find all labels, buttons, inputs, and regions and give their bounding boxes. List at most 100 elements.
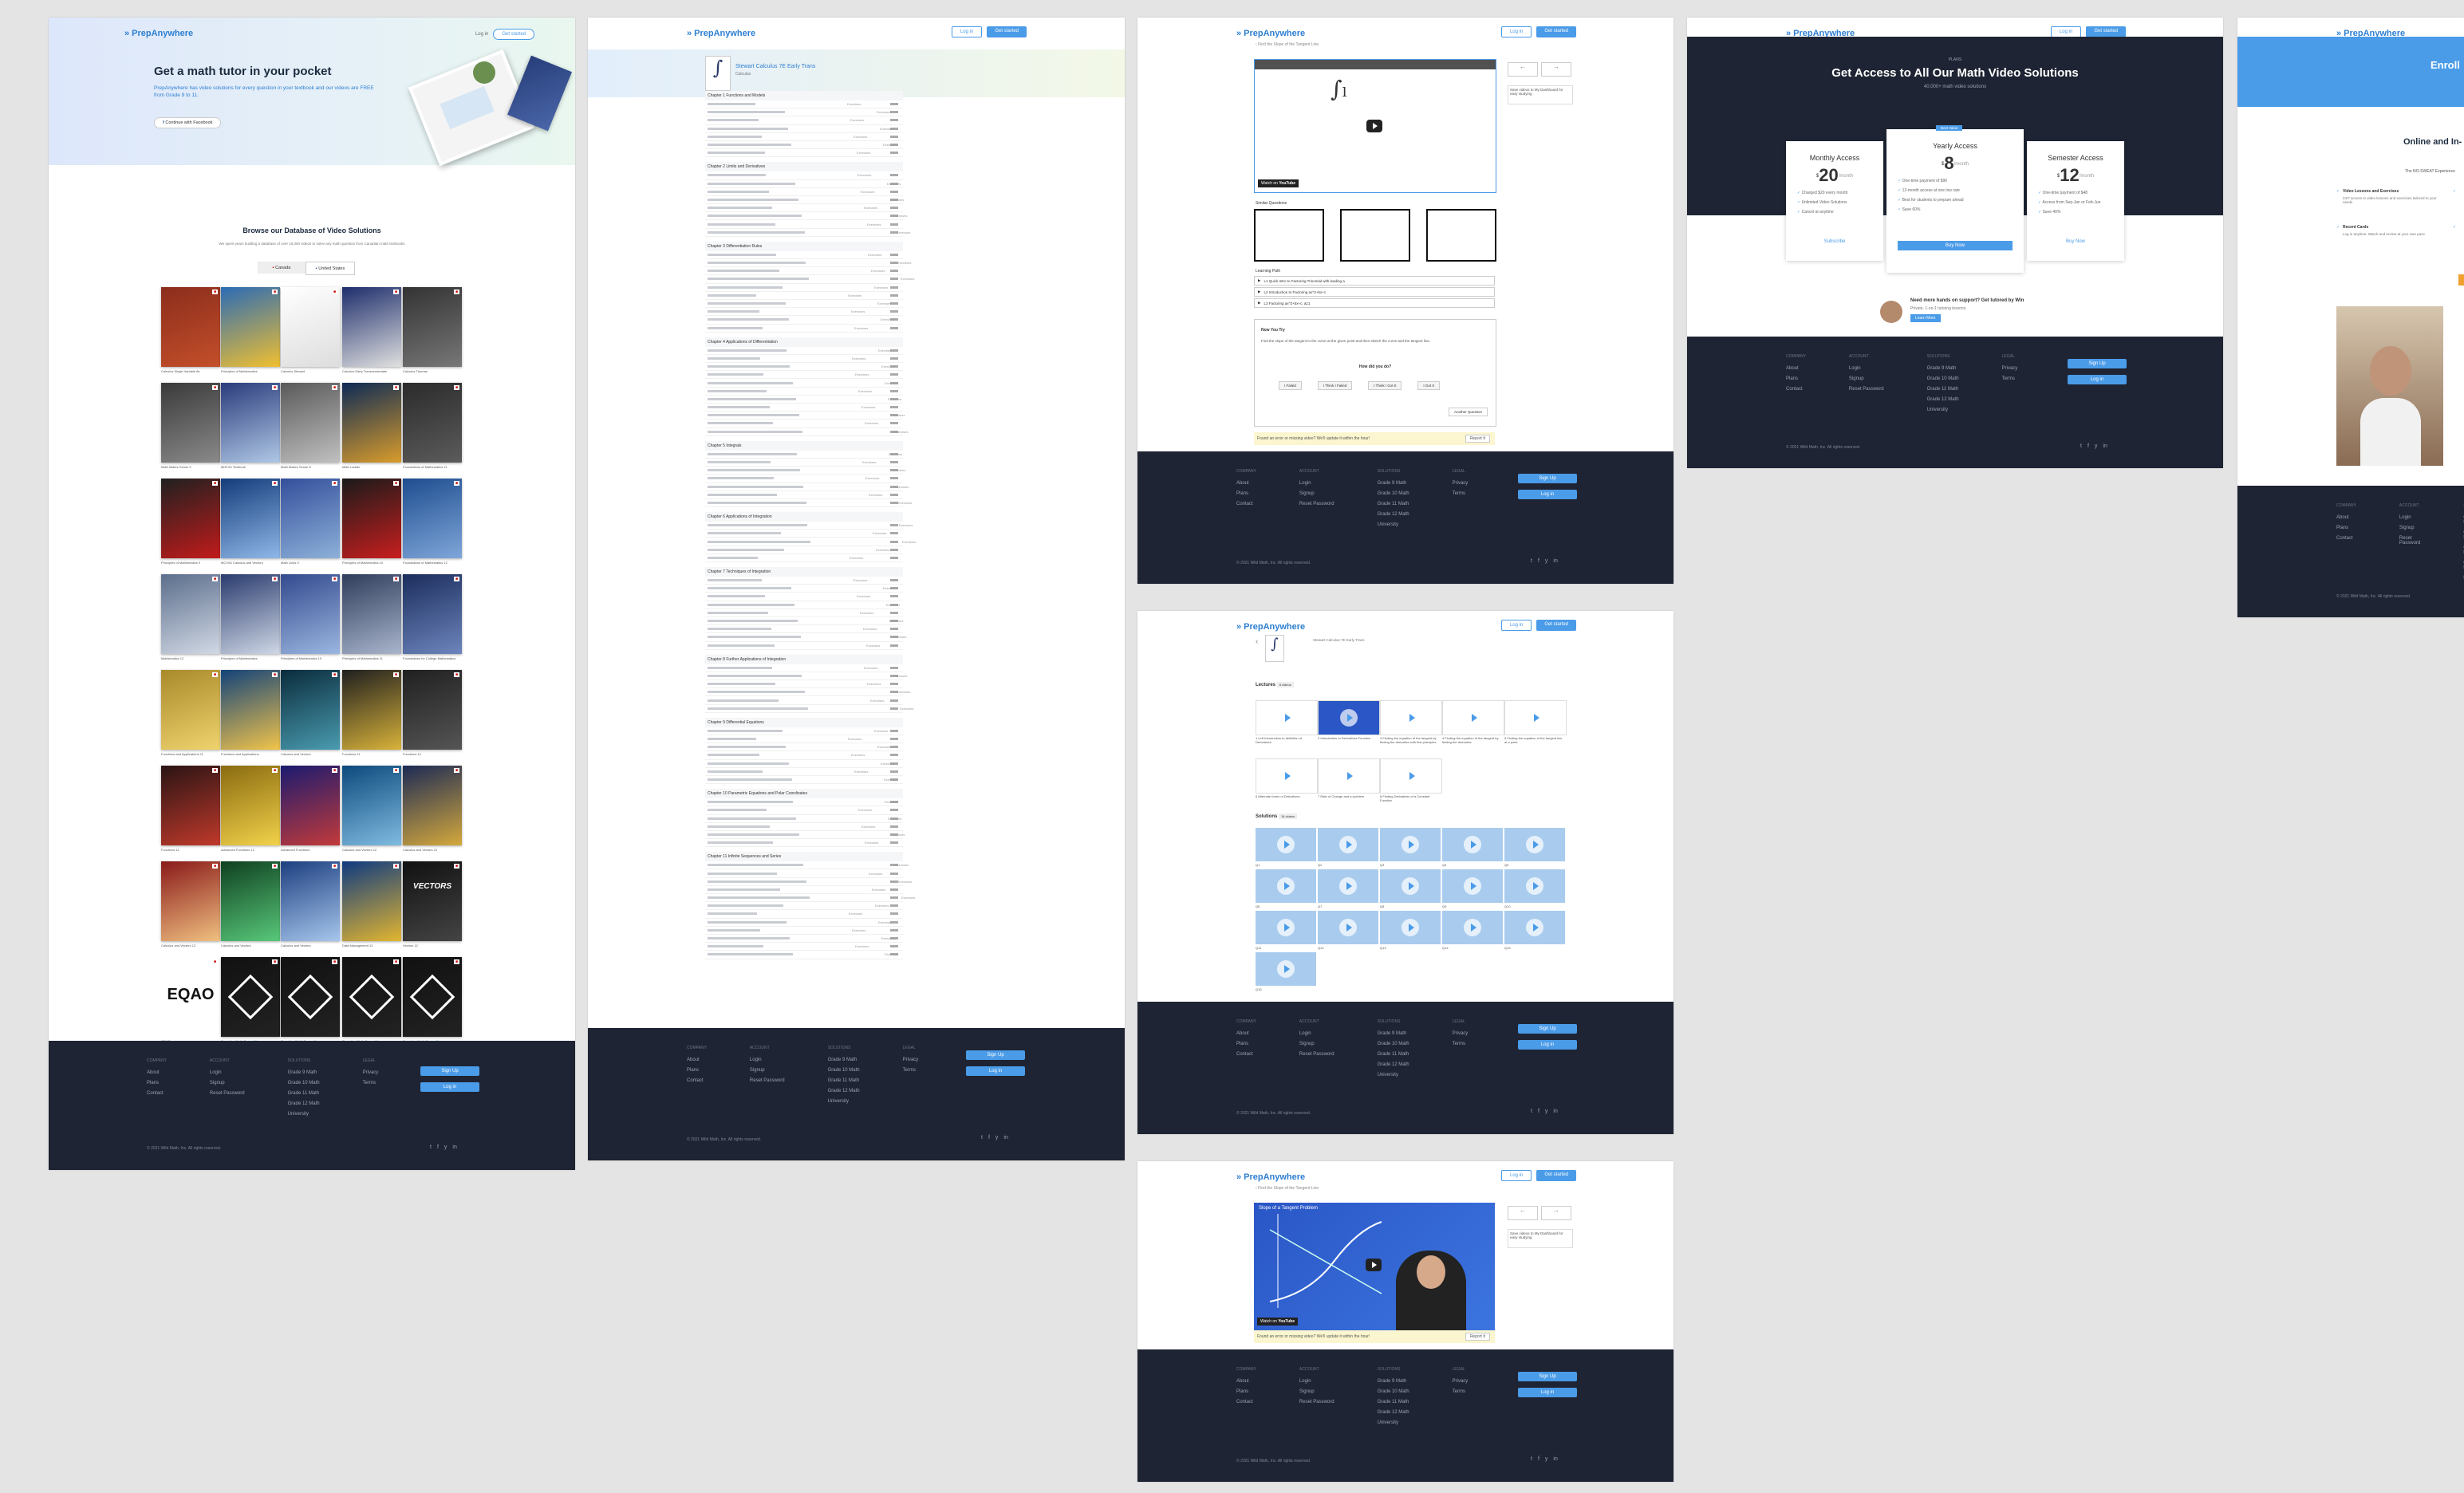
logo[interactable]: » PrepAnywhere: [1236, 29, 1305, 38]
solution-thumb[interactable]: [1442, 828, 1503, 861]
footer-link[interactable]: Grade 10 Math: [288, 1081, 320, 1085]
section-row[interactable]: Exercises: [705, 388, 903, 396]
section-row[interactable]: Exercises: [705, 672, 907, 681]
chapter-heading[interactable]: Chapter 9 Differential Equations: [705, 717, 903, 727]
youtube-icon[interactable]: y: [1545, 1109, 1548, 1114]
footer-link[interactable]: Grade 11 Math: [1378, 1400, 1409, 1404]
section-row[interactable]: Exercises: [705, 617, 903, 626]
textbook-cover[interactable]: ■: [281, 766, 340, 845]
section-row[interactable]: Exercises: [705, 760, 903, 768]
footer-link[interactable]: Grade 12 Math: [1378, 1410, 1409, 1415]
solution-thumb[interactable]: [1256, 869, 1316, 903]
solution-thumb[interactable]: [1380, 911, 1441, 944]
textbook-cover[interactable]: ■: [221, 861, 280, 941]
lecture-thumb[interactable]: [1380, 700, 1442, 735]
footer-link[interactable]: About: [1236, 1031, 1256, 1036]
textbook-cover[interactable]: ■: [342, 861, 401, 941]
footer-link[interactable]: Grade 9 Math: [828, 1058, 860, 1062]
section-row[interactable]: Exercises: [705, 522, 913, 530]
textbook-cover[interactable]: ■: [403, 383, 462, 463]
self-assessment-option[interactable]: I Think I Got It: [1368, 381, 1402, 390]
textbook-cover[interactable]: ■ VECTORS: [403, 861, 462, 941]
section-row[interactable]: Exercises: [705, 806, 903, 815]
section-row[interactable]: Exercises: [705, 735, 903, 744]
footer-link[interactable]: About: [687, 1058, 707, 1062]
section-row[interactable]: Exercises: [705, 886, 903, 894]
plan-cta-button[interactable]: Subscribe: [1797, 237, 1872, 246]
footer-link[interactable]: University: [1927, 408, 1959, 412]
footer-link[interactable]: Signup: [750, 1068, 785, 1073]
section-row[interactable]: Exercises: [705, 396, 903, 404]
section-row[interactable]: Exercises: [705, 267, 903, 276]
logo[interactable]: » PrepAnywhere: [124, 29, 193, 38]
footer-login-button[interactable]: Log in: [420, 1082, 479, 1092]
twitter-icon[interactable]: t: [981, 1135, 983, 1140]
get-started-button[interactable]: Get started: [1536, 26, 1576, 37]
video-player[interactable]: ∫ₗ Watch on YouTube: [1254, 59, 1496, 193]
section-row[interactable]: Exercises: [705, 420, 903, 428]
self-assessment-option[interactable]: I Failed: [1279, 381, 1302, 390]
similar-question-thumb[interactable]: [1340, 209, 1410, 262]
footer-signup-button[interactable]: Sign Up: [1518, 1024, 1577, 1034]
youtube-icon[interactable]: y: [1545, 558, 1548, 564]
section-row[interactable]: Exercises: [705, 902, 903, 911]
section-row[interactable]: Exercises: [705, 428, 908, 436]
next-arrow-icon[interactable]: →: [1541, 62, 1571, 77]
footer-link[interactable]: About: [147, 1070, 167, 1075]
textbook-cover[interactable]: ■: [221, 670, 280, 750]
textbook-cover[interactable]: ■: [281, 287, 340, 367]
section-row[interactable]: Exercises: [705, 275, 914, 284]
footer-link[interactable]: Plans: [1236, 1389, 1256, 1394]
chapter-heading[interactable]: Chapter 6 Applications of Integration: [705, 512, 903, 522]
prev-arrow-icon[interactable]: ←: [1508, 1206, 1538, 1220]
logo[interactable]: » PrepAnywhere: [1236, 622, 1305, 632]
footer-link[interactable]: Contact: [1236, 502, 1256, 506]
textbook-cover[interactable]: ■: [161, 670, 220, 750]
login-button[interactable]: Log in: [1500, 620, 1532, 631]
footer-login-button[interactable]: Log in: [966, 1066, 1025, 1076]
textbook-cover[interactable]: ■: [281, 479, 340, 558]
footer-link[interactable]: Reset Password: [210, 1091, 245, 1096]
section-row[interactable]: Exercises: [705, 355, 903, 364]
section-row[interactable]: Exercises: [705, 554, 903, 562]
footer-link[interactable]: University: [1378, 522, 1409, 527]
section-row[interactable]: Exercises: [705, 204, 903, 213]
footer-link[interactable]: Plans: [1236, 491, 1256, 496]
section-row[interactable]: Exercises: [705, 379, 903, 388]
lecture-thumb[interactable]: [1256, 700, 1318, 735]
section-row[interactable]: Exercises: [705, 593, 903, 601]
lecture-thumb[interactable]: [1318, 758, 1380, 794]
footer-link[interactable]: Grade 11 Math: [828, 1078, 860, 1083]
solution-thumb[interactable]: [1380, 869, 1441, 903]
solution-thumb[interactable]: [1256, 911, 1316, 944]
footer-link[interactable]: Privacy: [363, 1070, 379, 1075]
textbook-cover[interactable]: ■: [281, 670, 340, 750]
textbook-cover[interactable]: ■: [221, 479, 280, 558]
section-row[interactable]: Exercises: [705, 459, 903, 467]
facebook-icon[interactable]: f: [1538, 1456, 1540, 1462]
section-row[interactable]: Exercises: [705, 316, 903, 325]
footer-link[interactable]: Reset Password: [2399, 536, 2420, 546]
section-row[interactable]: Exercises: [705, 546, 903, 554]
footer-link[interactable]: Grade 10 Math: [1378, 1389, 1409, 1394]
chapter-heading[interactable]: Chapter 3 Differentiation Rules: [705, 241, 903, 251]
footer-link[interactable]: Grade 9 Math: [1378, 481, 1409, 486]
footer-link[interactable]: University: [828, 1099, 860, 1104]
footer-link[interactable]: Contact: [147, 1091, 167, 1096]
footer-link[interactable]: About: [1236, 481, 1256, 486]
footer-login-button[interactable]: Log in: [1518, 1040, 1577, 1050]
chapter-heading[interactable]: Chapter 2 Limits and Derivatives: [705, 162, 903, 172]
footer-link[interactable]: Terms: [903, 1068, 919, 1073]
footer-link[interactable]: Grade 12 Math: [288, 1101, 320, 1106]
tab-canada[interactable]: ▪ Canada: [258, 262, 306, 274]
footer-link[interactable]: Signup: [1299, 491, 1335, 496]
textbook-cover[interactable]: ■: [161, 861, 220, 941]
twitter-icon[interactable]: t: [1531, 558, 1532, 564]
learning-path-item[interactable]: ▶ L3 Factoring ax^2+bx+c, a≠1: [1254, 298, 1495, 308]
solution-thumb[interactable]: [1504, 828, 1565, 861]
self-assessment-option[interactable]: I Think I Failed: [1317, 381, 1353, 390]
textbook-cover[interactable]: ■: [281, 383, 340, 463]
solution-thumb[interactable]: [1318, 828, 1378, 861]
footer-link[interactable]: Plans: [2336, 526, 2356, 530]
footer-signup-button[interactable]: Sign Up: [1518, 474, 1577, 483]
